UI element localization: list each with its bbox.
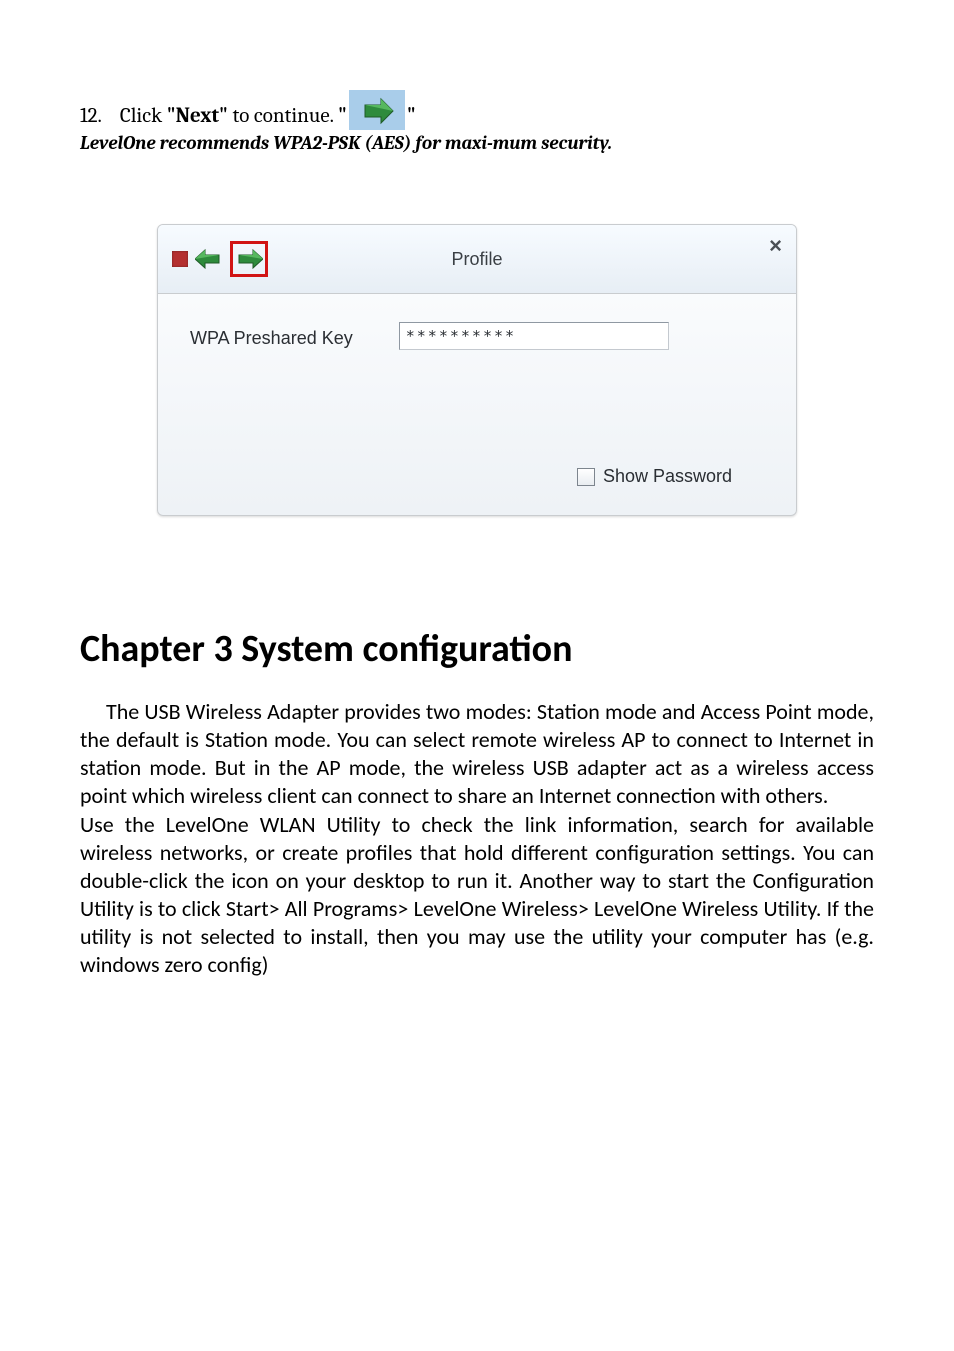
profile-dialog: Profile × WPA Preshared Key Show Passwor… [157,224,797,516]
forward-arrow-icon[interactable] [234,245,264,273]
chapter-heading: Chapter 3 System configuration [80,626,874,672]
instruction-post: to continue. [228,104,338,128]
instruction-number: 12. [80,103,102,130]
close-icon[interactable]: × [769,235,782,257]
stop-icon[interactable] [172,251,188,267]
next-highlight-box [230,241,268,277]
dialog-header: Profile × [158,225,796,294]
show-password-checkbox[interactable] [577,468,595,486]
instruction-bold: "Next" [167,104,228,128]
show-password-label: Show Password [603,466,732,487]
back-arrow-icon[interactable] [194,245,224,273]
paragraph-1: The USB Wireless Adapter provides two mo… [80,698,874,809]
instruction-pre: Click [120,104,167,128]
close-quote: " [407,103,416,130]
psk-label: WPA Preshared Key [190,322,353,349]
body-paragraphs: The USB Wireless Adapter provides two mo… [80,698,874,980]
paragraph-2: Use the LevelOne WLAN Utility to check t… [80,811,874,979]
next-arrow-icon [349,90,405,130]
instruction-line: 12. Click "Next" to continue. " " [80,90,874,130]
open-quote: " [338,104,347,128]
psk-input[interactable] [399,322,669,350]
recommendation-line: LevelOne recommends WPA2-PSK (AES) for m… [80,132,874,154]
